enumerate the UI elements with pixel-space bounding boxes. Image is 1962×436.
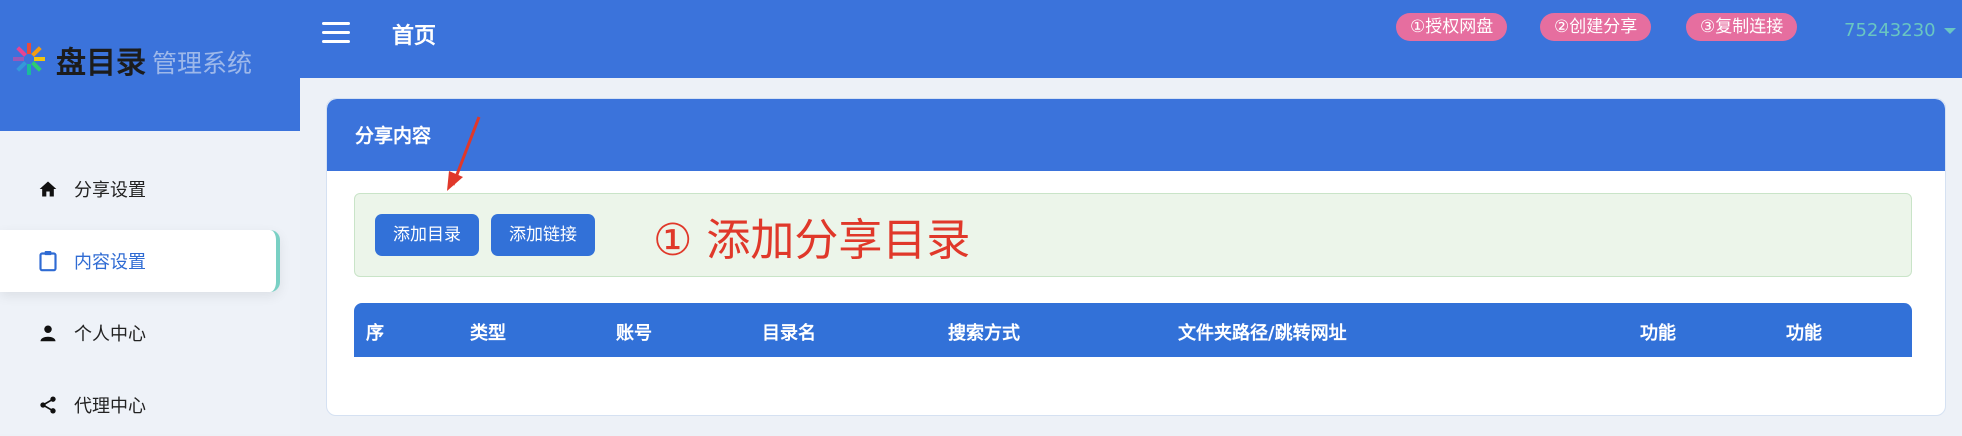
user-menu[interactable]: 75243230 [1844, 20, 1956, 41]
action-toolbar: 添加目录 添加链接 ① 添加分享目录 [354, 193, 1912, 277]
person-icon [36, 321, 60, 345]
brand-name: 盘目录 [56, 46, 146, 81]
step-create-share-button[interactable]: ②创建分享 [1540, 13, 1652, 41]
add-directory-button[interactable]: 添加目录 [375, 214, 479, 256]
column-header: 搜索方式 [948, 323, 1020, 344]
share-icon [36, 393, 60, 417]
home-icon [36, 177, 60, 201]
brand-header: 盘目录 管理系统 [0, 0, 300, 131]
column-header: 目录名 [762, 323, 816, 344]
sidebar: 盘目录 管理系统 分享设置 内容设置 个人中心 代理中心 [0, 0, 300, 434]
sidebar-item-label: 内容设置 [74, 252, 146, 273]
sidebar-item-agent-center[interactable]: 代理中心 [0, 374, 280, 436]
column-header: 序 [366, 323, 384, 344]
brand-subtitle: 管理系统 [152, 49, 253, 78]
column-header: 功能 [1786, 323, 1822, 344]
column-header: 文件夹路径/跳转网址 [1178, 323, 1347, 344]
add-link-button[interactable]: 添加链接 [491, 214, 595, 256]
page-title: 首页 [392, 24, 437, 49]
share-content-card: 分享内容 添加目录 添加链接 ① 添加分享目录 序 类型 账号 目录名 搜索方式… [326, 98, 1946, 416]
clipboard-icon [36, 249, 60, 273]
sidebar-item-label: 代理中心 [74, 396, 146, 417]
sidebar-item-share-settings[interactable]: 分享设置 [0, 158, 280, 220]
sidebar-item-label: 个人中心 [74, 324, 146, 345]
column-header: 账号 [616, 323, 652, 344]
user-id: 75243230 [1844, 20, 1936, 41]
annotation-text: ① 添加分享目录 [653, 215, 971, 266]
top-header: 首页 ①授权网盘 ②创建分享 ③复制连接 75243230 [300, 0, 1962, 78]
logo-icon [13, 43, 45, 75]
sidebar-item-personal-center[interactable]: 个人中心 [0, 302, 280, 364]
sidebar-item-content-settings[interactable]: 内容设置 [0, 230, 280, 292]
step-copy-link-button[interactable]: ③复制连接 [1686, 13, 1798, 41]
annotation-arrow [447, 116, 481, 191]
sidebar-item-label: 分享设置 [74, 180, 146, 201]
card-header: 分享内容 [327, 99, 1945, 171]
step-authorize-button[interactable]: ①授权网盘 [1396, 13, 1508, 41]
column-header: 功能 [1640, 323, 1676, 344]
table-header: 序 类型 账号 目录名 搜索方式 文件夹路径/跳转网址 功能 功能 [354, 303, 1912, 357]
column-header: 类型 [470, 323, 506, 344]
menu-toggle-icon[interactable] [322, 22, 350, 44]
caret-down-icon [1943, 27, 1956, 34]
